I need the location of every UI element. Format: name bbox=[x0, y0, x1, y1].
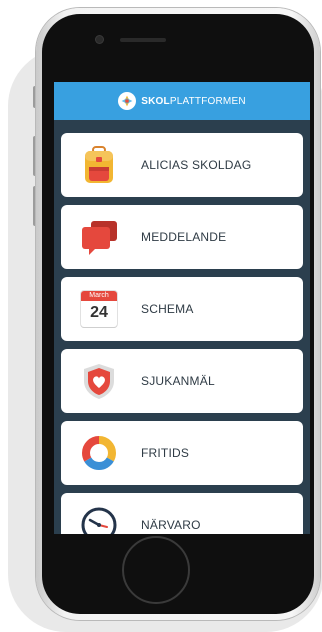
menu-item-label: SCHEMA bbox=[141, 302, 194, 316]
activity-ring-icon bbox=[82, 436, 116, 470]
front-camera bbox=[96, 36, 103, 43]
brand-name: SKOLPLATTFORMEN bbox=[141, 95, 246, 107]
clock-icon bbox=[81, 507, 117, 534]
calendar-day: 24 bbox=[90, 304, 108, 321]
earpiece-speaker bbox=[120, 38, 166, 42]
main-menu: ALICIAS SKOLDAG MEDDELANDE March 24 SCHE… bbox=[54, 120, 310, 534]
skolplattformen-logo-icon bbox=[118, 92, 137, 110]
menu-item-schema[interactable]: March 24 SCHEMA bbox=[61, 277, 303, 341]
heart-shield-icon bbox=[84, 364, 114, 399]
calendar-icon: March 24 bbox=[79, 289, 119, 329]
backpack-icon bbox=[85, 146, 113, 183]
menu-item-fritids[interactable]: FRITIDS bbox=[61, 421, 303, 485]
app-header: SKOLPLATTFORMEN bbox=[54, 82, 310, 120]
menu-item-sjukanmal[interactable]: SJUKANMÄL bbox=[61, 349, 303, 413]
menu-item-label: SJUKANMÄL bbox=[141, 374, 215, 388]
menu-item-meddelande[interactable]: MEDDELANDE bbox=[61, 205, 303, 269]
menu-item-alicias-skoldag[interactable]: ALICIAS SKOLDAG bbox=[61, 133, 303, 197]
calendar-month: March bbox=[81, 291, 117, 301]
home-button[interactable] bbox=[122, 536, 190, 604]
menu-item-label: FRITIDS bbox=[141, 446, 190, 460]
menu-item-label: NÄRVARO bbox=[141, 518, 201, 532]
menu-item-label: ALICIAS SKOLDAG bbox=[141, 158, 252, 172]
chat-bubbles-icon bbox=[82, 221, 117, 255]
menu-item-label: MEDDELANDE bbox=[141, 230, 227, 244]
app-screen: SKOLPLATTFORMEN ALICIAS SKOLDAG MEDDELAN… bbox=[54, 82, 310, 534]
menu-item-narvaro[interactable]: NÄRVARO bbox=[61, 493, 303, 534]
